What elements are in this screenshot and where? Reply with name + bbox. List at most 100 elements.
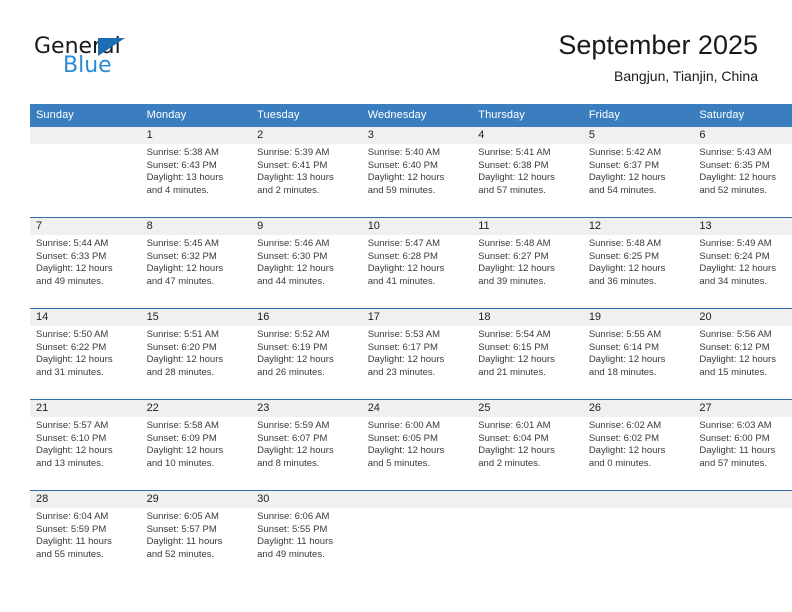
sunrise-text: Sunrise: 5:41 AM <box>478 147 551 158</box>
sunrise-text: Sunrise: 5:47 AM <box>367 238 441 249</box>
day-cell-details: Sunrise: 5:46 AM Sunset: 6:30 PM Daylight:… <box>251 235 362 288</box>
sunrise-text: Sunrise: 5:53 AM <box>367 329 441 340</box>
sunset-text: Sunset: 6:20 PM <box>146 341 217 353</box>
sunrise-text: Sunrise: 5:58 AM <box>146 420 219 431</box>
daylight-text-line2: and 4 minutes. <box>146 184 209 196</box>
day-number: 1 <box>140 127 252 144</box>
daylight-text-line2: and 59 minutes. <box>367 184 436 196</box>
daylight-text-line1: Daylight: 11 hours <box>146 536 223 547</box>
daylight-text-line2: and 28 minutes. <box>146 366 215 378</box>
day-cell-inner <box>472 491 583 581</box>
sunrise-text: Sunrise: 6:04 AM <box>36 511 109 522</box>
calendar-day-cell[interactable]: 12 Sunrise: 5:48 AM Sunset: 6:25 PM Dayligh… <box>582 217 694 309</box>
sunrise-text: Sunrise: 5:55 AM <box>588 329 662 340</box>
daylight-text-line2: and 2 minutes. <box>257 184 320 196</box>
calendar-day-cell[interactable]: 5 Sunrise: 5:42 AM Sunset: 6:37 PM Daylight… <box>582 127 694 218</box>
calendar-day-cell[interactable]: 13 Sunrise: 5:49 AM Sunset: 6:24 PM Dayligh… <box>693 217 792 309</box>
calendar-day-cell[interactable]: 16 Sunrise: 5:52 AM Sunset: 6:19 PM Dayligh… <box>251 308 362 400</box>
calendar-day-cell[interactable]: 20 Sunrise: 5:56 AM Sunset: 6:12 PM Dayligh… <box>693 308 792 400</box>
sunrise-text: Sunrise: 6:06 AM <box>257 511 330 522</box>
sunrise-text: Sunrise: 5:40 AM <box>367 147 441 158</box>
calendar-day-cell[interactable]: 7 Sunrise: 5:44 AM Sunset: 6:33 PM Daylight… <box>30 217 141 309</box>
sunrise-text: Sunrise: 5:48 AM <box>588 238 662 249</box>
sunrise-text: Sunrise: 5:39 AM <box>257 147 330 158</box>
daylight-text-line2: and 44 minutes. <box>257 275 325 287</box>
day-cell-details: Sunrise: 5:41 AM Sunset: 6:38 PM Daylight:… <box>472 144 583 197</box>
day-cell-inner: 19 Sunrise: 5:55 AM Sunset: 6:14 PM Dayligh… <box>582 309 694 399</box>
calendar-day-cell[interactable]: 10 Sunrise: 5:47 AM Sunset: 6:28 PM Dayligh… <box>361 217 473 309</box>
day-cell-inner: 16 Sunrise: 5:52 AM Sunset: 6:19 PM Dayligh… <box>251 309 362 399</box>
day-number: 26 <box>582 400 694 417</box>
day-cell-details: Sunrise: 5:50 AM Sunset: 6:22 PM Daylight:… <box>30 326 141 379</box>
day-cell-details: Sunrise: 6:06 AM Sunset: 5:55 PM Daylight:… <box>251 508 362 561</box>
daylight-text-line2: and 8 minutes. <box>257 457 320 469</box>
daylight-text-line2: and 26 minutes. <box>257 366 325 378</box>
sunset-text: Sunset: 6:35 PM <box>699 159 770 171</box>
sunrise-text: Sunrise: 5:54 AM <box>478 329 551 340</box>
day-number: 16 <box>251 309 362 326</box>
weekday-header-sunday: Sunday <box>30 104 141 127</box>
calendar-day-cell[interactable]: 17 Sunrise: 5:53 AM Sunset: 6:17 PM Dayligh… <box>361 308 473 400</box>
day-number <box>472 491 583 508</box>
daylight-text-line2: and 49 minutes. <box>257 548 325 560</box>
day-number: 19 <box>582 309 694 326</box>
day-cell-inner: 28 Sunrise: 6:04 AM Sunset: 5:59 PM Dayligh… <box>30 491 141 581</box>
sunset-text: Sunset: 6:38 PM <box>478 159 549 171</box>
day-number: 28 <box>30 491 141 508</box>
calendar-day-cell[interactable]: 22 Sunrise: 5:58 AM Sunset: 6:09 PM Dayligh… <box>140 399 252 491</box>
calendar-day-cell[interactable]: 26 Sunrise: 6:02 AM Sunset: 6:02 PM Dayligh… <box>582 399 694 491</box>
calendar-day-cell[interactable]: 6 Sunrise: 5:43 AM Sunset: 6:35 PM Daylight… <box>693 127 792 218</box>
calendar-day-cell[interactable]: 21 Sunrise: 5:57 AM Sunset: 6:10 PM Dayligh… <box>30 399 141 491</box>
calendar-day-cell[interactable]: 24 Sunrise: 6:00 AM Sunset: 6:05 PM Dayligh… <box>361 399 473 491</box>
calendar-day-cell[interactable]: 19 Sunrise: 5:55 AM Sunset: 6:14 PM Dayligh… <box>582 308 694 400</box>
page-title: September 2025 <box>558 30 758 60</box>
calendar-table: Sunday Monday Tuesday Wednesday Thursday Frid… <box>30 104 792 581</box>
sunset-text: Sunset: 5:57 PM <box>146 523 217 535</box>
calendar-day-cell[interactable]: 25 Sunrise: 6:01 AM Sunset: 6:04 PM Dayligh… <box>472 399 583 491</box>
weekday-header-saturday: Saturday <box>693 104 792 127</box>
sunrise-text: Sunrise: 6:03 AM <box>699 420 772 431</box>
sunset-text: Sunset: 6:24 PM <box>699 250 770 262</box>
calendar-day-cell[interactable]: 29 Sunrise: 6:05 AM Sunset: 5:57 PM Dayligh… <box>140 490 252 581</box>
day-cell-inner: 8 Sunrise: 5:45 AM Sunset: 6:32 PM Daylight… <box>140 218 252 308</box>
sunset-text: Sunset: 6:28 PM <box>367 250 438 262</box>
day-number: 4 <box>472 127 583 144</box>
calendar-day-cell[interactable]: 4 Sunrise: 5:41 AM Sunset: 6:38 PM Daylight… <box>472 127 583 218</box>
day-cell-inner: 7 Sunrise: 5:44 AM Sunset: 6:33 PM Daylight… <box>30 218 141 308</box>
day-cell-details: Sunrise: 5:49 AM Sunset: 6:24 PM Daylight:… <box>693 235 792 288</box>
calendar-day-cell[interactable]: 1 Sunrise: 5:38 AM Sunset: 6:43 PM Daylight… <box>140 127 252 218</box>
day-cell-inner: 12 Sunrise: 5:48 AM Sunset: 6:25 PM Dayligh… <box>582 218 694 308</box>
daylight-text-line2: and 2 minutes. <box>478 457 541 469</box>
day-number: 8 <box>140 218 252 235</box>
calendar-day-cell[interactable]: 11 Sunrise: 5:48 AM Sunset: 6:27 PM Dayligh… <box>472 217 583 309</box>
daylight-text-line1: Daylight: 12 hours <box>146 263 224 274</box>
calendar-day-cell[interactable]: 14 Sunrise: 5:50 AM Sunset: 6:22 PM Dayligh… <box>30 308 141 400</box>
calendar-day-cell[interactable]: 23 Sunrise: 5:59 AM Sunset: 6:07 PM Dayligh… <box>251 399 362 491</box>
daylight-text-line2: and 41 minutes. <box>367 275 436 287</box>
calendar-day-cell[interactable]: 9 Sunrise: 5:46 AM Sunset: 6:30 PM Daylight… <box>251 217 362 309</box>
calendar-day-cell[interactable]: 18 Sunrise: 5:54 AM Sunset: 6:15 PM Dayligh… <box>472 308 583 400</box>
day-cell-details: Sunrise: 6:03 AM Sunset: 6:00 PM Daylight:… <box>693 417 792 470</box>
calendar-day-cell[interactable]: 27 Sunrise: 6:03 AM Sunset: 6:00 PM Dayligh… <box>693 399 792 491</box>
weekday-header-tuesday: Tuesday <box>251 104 362 127</box>
daylight-text-line1: Daylight: 12 hours <box>699 263 776 274</box>
brand-name-bottom: Blue <box>63 53 112 78</box>
day-cell-inner: 26 Sunrise: 6:02 AM Sunset: 6:02 PM Dayligh… <box>582 400 694 490</box>
calendar-day-cell[interactable]: 30 Sunrise: 6:06 AM Sunset: 5:55 PM Dayligh… <box>251 490 362 581</box>
calendar-day-cell[interactable]: 8 Sunrise: 5:45 AM Sunset: 6:32 PM Daylight… <box>140 217 252 309</box>
day-cell-details: Sunrise: 5:53 AM Sunset: 6:17 PM Daylight:… <box>362 326 473 379</box>
sunrise-text: Sunrise: 5:46 AM <box>257 238 330 249</box>
daylight-text-line1: Daylight: 12 hours <box>367 263 445 274</box>
calendar-day-cell-empty <box>693 490 792 581</box>
calendar-day-cell[interactable]: 28 Sunrise: 6:04 AM Sunset: 5:59 PM Dayligh… <box>30 490 141 581</box>
daylight-text-line2: and 23 minutes. <box>367 366 436 378</box>
daylight-text-line1: Daylight: 12 hours <box>36 445 113 456</box>
calendar-day-cell[interactable]: 3 Sunrise: 5:40 AM Sunset: 6:40 PM Daylight… <box>361 127 473 218</box>
day-number: 25 <box>472 400 583 417</box>
daylight-text-line2: and 0 minutes. <box>588 457 652 469</box>
calendar-day-cell[interactable]: 15 Sunrise: 5:51 AM Sunset: 6:20 PM Dayligh… <box>140 308 252 400</box>
calendar-day-cell[interactable]: 2 Sunrise: 5:39 AM Sunset: 6:41 PM Daylight… <box>251 127 362 218</box>
calendar-grid: Sunday Monday Tuesday Wednesday Thursday Frid… <box>30 104 792 581</box>
day-cell-inner: 17 Sunrise: 5:53 AM Sunset: 6:17 PM Dayligh… <box>361 309 473 399</box>
brand-logo[interactable]: General Blue <box>34 34 244 84</box>
